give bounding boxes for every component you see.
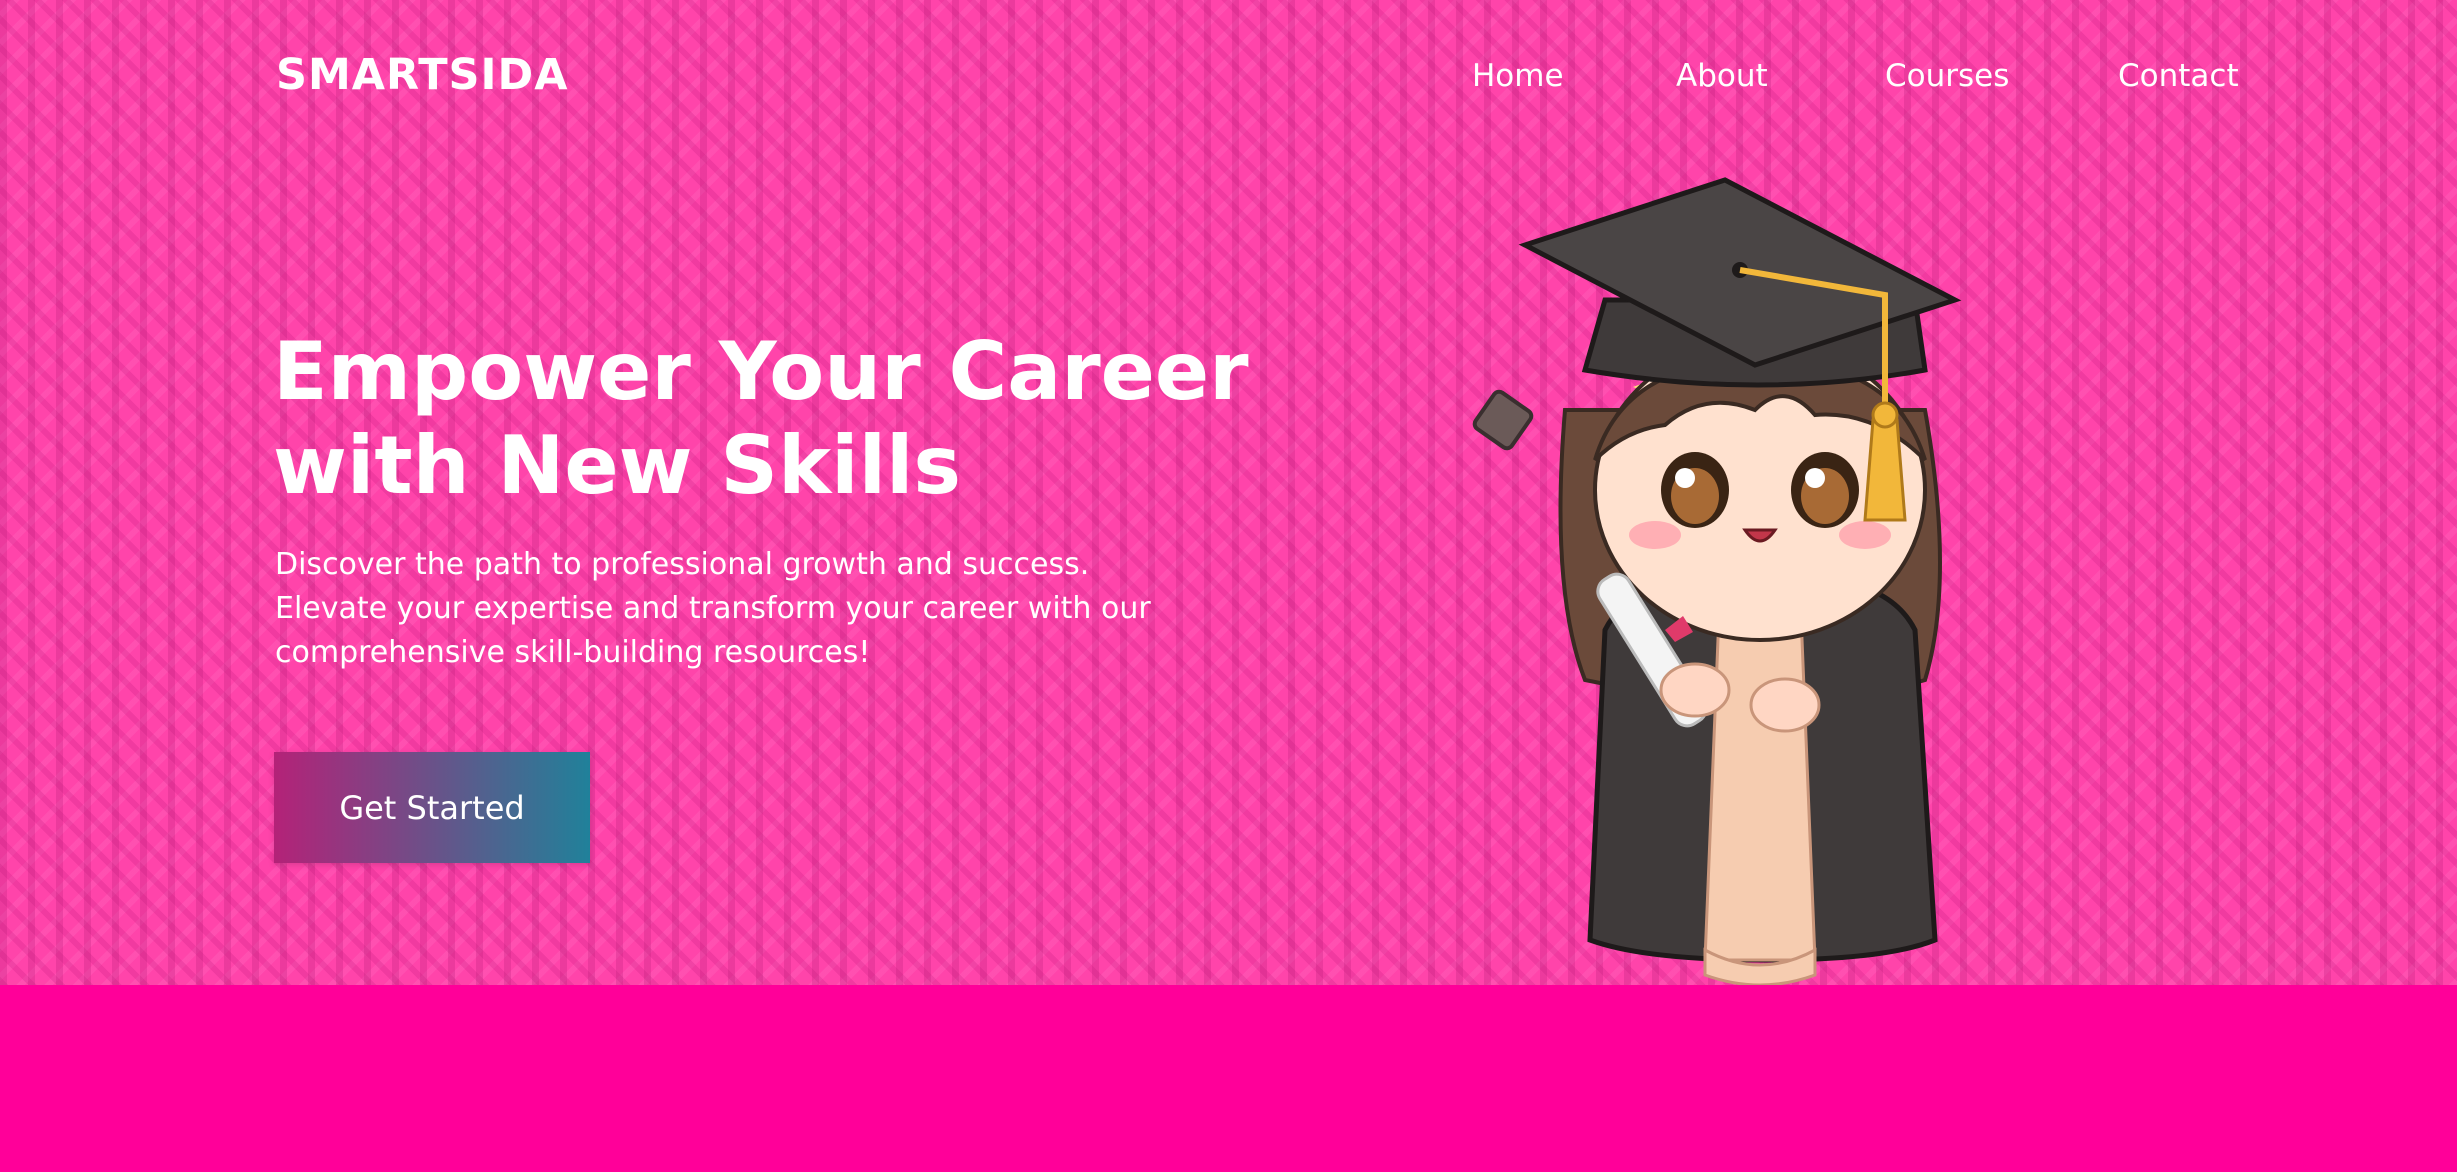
graduate-girl-illustration xyxy=(1472,177,1962,987)
nav-home-link[interactable]: Home xyxy=(1472,58,1564,94)
nav-about-link[interactable]: About xyxy=(1676,58,1768,94)
hero-headline: Empower Your Career with New Skills xyxy=(273,325,1273,513)
site-logo[interactable]: SMARTSIDA xyxy=(276,50,569,100)
nav-courses-link[interactable]: Courses xyxy=(1885,58,2009,94)
hero-section: SMARTSIDA Home About Courses Contact Emp… xyxy=(0,0,2457,987)
hero-description: Discover the path to professional growth… xyxy=(275,543,1175,675)
main-nav: Home About Courses Contact xyxy=(1460,58,2240,98)
get-started-button[interactable]: Get Started xyxy=(274,752,590,863)
nav-contact-link[interactable]: Contact xyxy=(2118,58,2239,94)
hero-description-line1: Discover the path to professional growth… xyxy=(275,547,1090,582)
floating-diamond-icon xyxy=(1472,389,1534,451)
landing-page: SMARTSIDA Home About Courses Contact Emp… xyxy=(0,0,2457,1172)
hero-description-line3: comprehensive skill-building resources! xyxy=(275,635,871,670)
hero-headline-line2: with New Skills xyxy=(273,419,962,512)
hero-headline-line1: Empower Your Career xyxy=(273,325,1249,418)
footer-band xyxy=(0,985,2457,1172)
hero-description-line2: Elevate your expertise and transform you… xyxy=(275,591,1151,626)
